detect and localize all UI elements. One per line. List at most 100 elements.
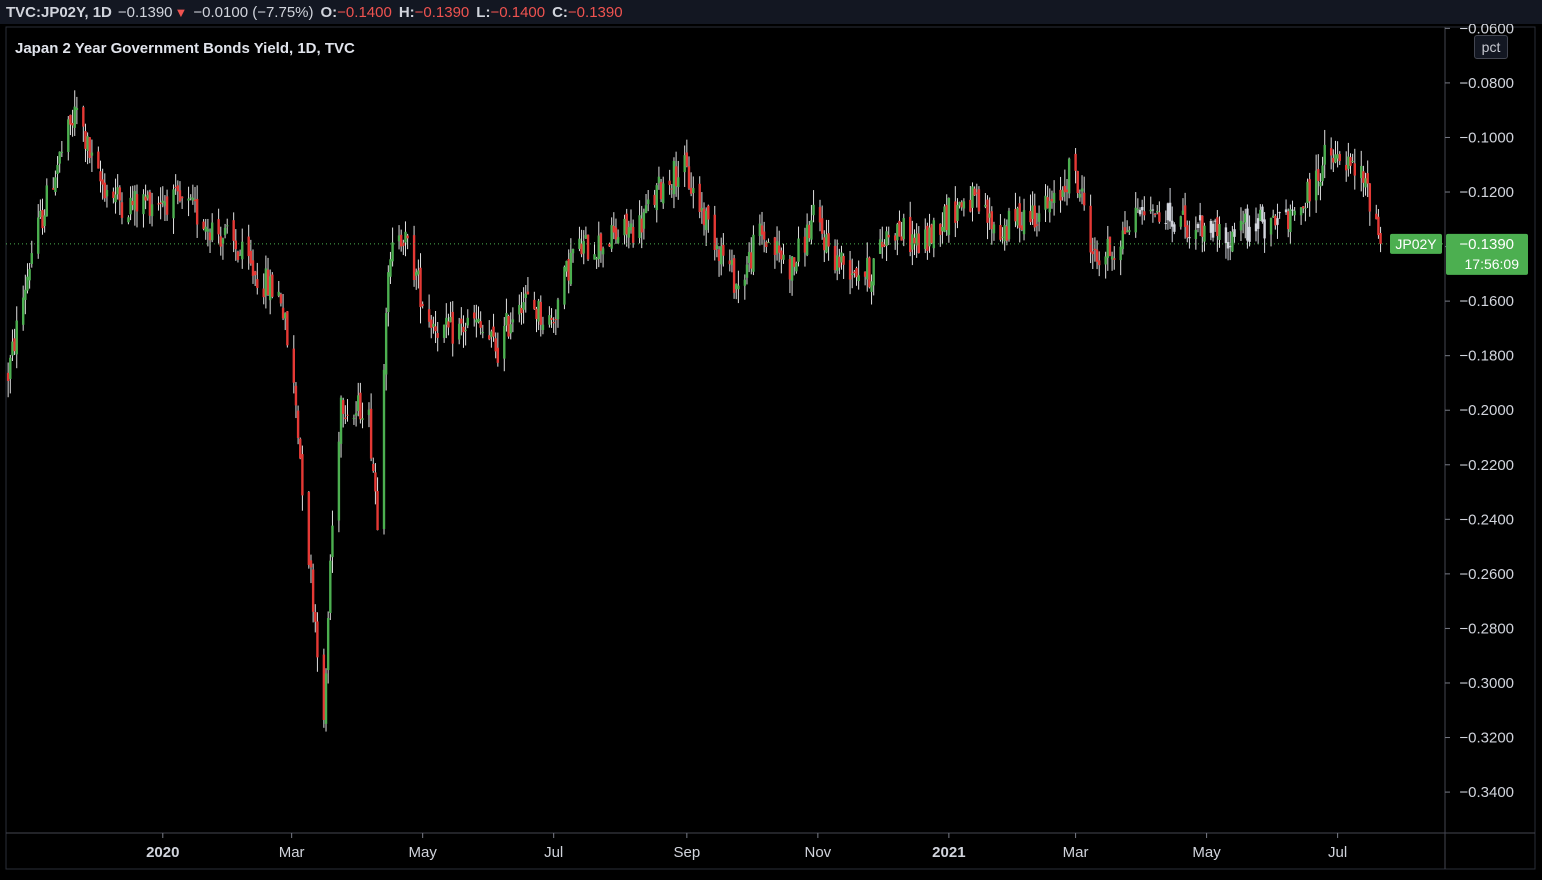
candle-body <box>1377 216 1380 236</box>
candle-body <box>627 227 631 238</box>
candle-body <box>90 152 94 156</box>
candle-body <box>294 385 298 406</box>
candle-body <box>563 266 566 305</box>
candle-body <box>833 245 837 271</box>
price-tick-label: −0.1200 <box>1459 184 1514 201</box>
candle-body <box>1173 224 1176 232</box>
candle-body <box>1052 192 1056 204</box>
candle-body <box>430 319 433 328</box>
price-tick-label: −0.1600 <box>1459 293 1514 310</box>
price-chart[interactable]: −0.0600−0.0800−0.1000−0.1200−0.1400−0.16… <box>0 24 1542 880</box>
time-tick-label: Mar <box>279 844 305 861</box>
candle-body <box>133 191 137 210</box>
candle-body <box>511 319 515 323</box>
candle-body <box>878 239 882 254</box>
unit-toggle-button[interactable]: pct <box>1474 35 1508 59</box>
candle-body <box>775 241 779 254</box>
candle-body <box>777 245 781 253</box>
candle-body <box>344 417 347 420</box>
candle-body <box>357 395 360 412</box>
candle-body <box>1108 236 1112 256</box>
candle-body <box>629 223 633 231</box>
candle-body <box>1091 251 1094 255</box>
candle-body <box>223 227 227 236</box>
candle-body <box>1213 220 1217 222</box>
candle-body <box>1248 226 1251 242</box>
candle-body <box>322 654 326 720</box>
candle-body <box>1317 169 1320 182</box>
candle-body <box>758 223 762 237</box>
candle-body <box>1007 210 1011 240</box>
candle-body <box>11 341 14 356</box>
candle-body <box>870 281 873 292</box>
candle-body <box>810 220 813 240</box>
candle-body <box>565 260 568 272</box>
candle-body <box>1140 207 1144 211</box>
candle-body <box>840 252 843 263</box>
candle-body <box>507 315 510 337</box>
candle-body <box>550 317 553 320</box>
candle-body <box>415 272 418 276</box>
candle-body <box>241 241 244 260</box>
candle-body <box>1259 209 1262 221</box>
candle-body <box>341 400 345 414</box>
candle-body <box>150 204 154 217</box>
candle-body <box>492 326 495 337</box>
candle-body <box>21 297 25 325</box>
candle-body <box>956 204 959 221</box>
candle-body <box>977 189 981 212</box>
candle-body <box>505 313 508 326</box>
candle-body <box>930 224 933 244</box>
candle-body <box>1123 227 1127 235</box>
last-price-value: −0.1390 <box>1459 236 1514 253</box>
candle-body <box>488 335 491 340</box>
candle-body <box>670 188 674 190</box>
candle-body <box>795 262 798 272</box>
candle-body <box>1113 258 1116 260</box>
candle-body <box>1338 154 1341 162</box>
candle-body <box>599 233 603 251</box>
candle-body <box>503 325 506 359</box>
candle-body <box>1065 189 1069 193</box>
candle-body <box>765 242 768 247</box>
candle-body <box>646 199 650 205</box>
candle-body <box>374 472 377 492</box>
candle-body <box>445 317 448 325</box>
candle-body <box>1256 218 1260 229</box>
candle-body <box>311 569 315 612</box>
close-label: C: <box>552 3 568 21</box>
candle-body <box>176 185 180 192</box>
candle-body <box>857 275 860 282</box>
candle-body <box>752 234 755 272</box>
candle-body <box>372 463 375 471</box>
candle-body <box>1061 190 1064 197</box>
time-tick-label: Mar <box>1063 844 1089 861</box>
candle-body <box>163 201 167 206</box>
candle-body <box>496 347 500 363</box>
candle-body <box>945 204 948 231</box>
candle-body <box>1018 203 1021 228</box>
chart-title: Japan 2 Year Government Bonds Yield, 1D,… <box>15 40 355 57</box>
candle-body <box>135 194 139 212</box>
candle-body <box>56 164 59 175</box>
candle-body <box>346 414 349 416</box>
time-tick-label: 2021 <box>932 844 965 861</box>
symbol-name[interactable]: TVC:JP02Y, 1D <box>6 4 112 21</box>
candle-body <box>477 318 480 323</box>
candle-body <box>159 202 162 205</box>
candle-body <box>419 267 422 308</box>
candle-body <box>1188 236 1191 239</box>
candle-body <box>1329 148 1333 156</box>
candle-body <box>939 223 942 235</box>
candle-body <box>148 191 152 216</box>
candle-body <box>1308 179 1311 202</box>
candle-body <box>432 323 435 327</box>
candle-body <box>1224 227 1228 244</box>
candle-body <box>677 177 680 188</box>
candle-body <box>683 155 686 173</box>
candle-body <box>314 611 317 622</box>
last-value: −0.1390 <box>117 3 173 21</box>
candle-body <box>973 188 976 196</box>
candle-body <box>902 218 905 240</box>
candle-body <box>421 304 424 306</box>
